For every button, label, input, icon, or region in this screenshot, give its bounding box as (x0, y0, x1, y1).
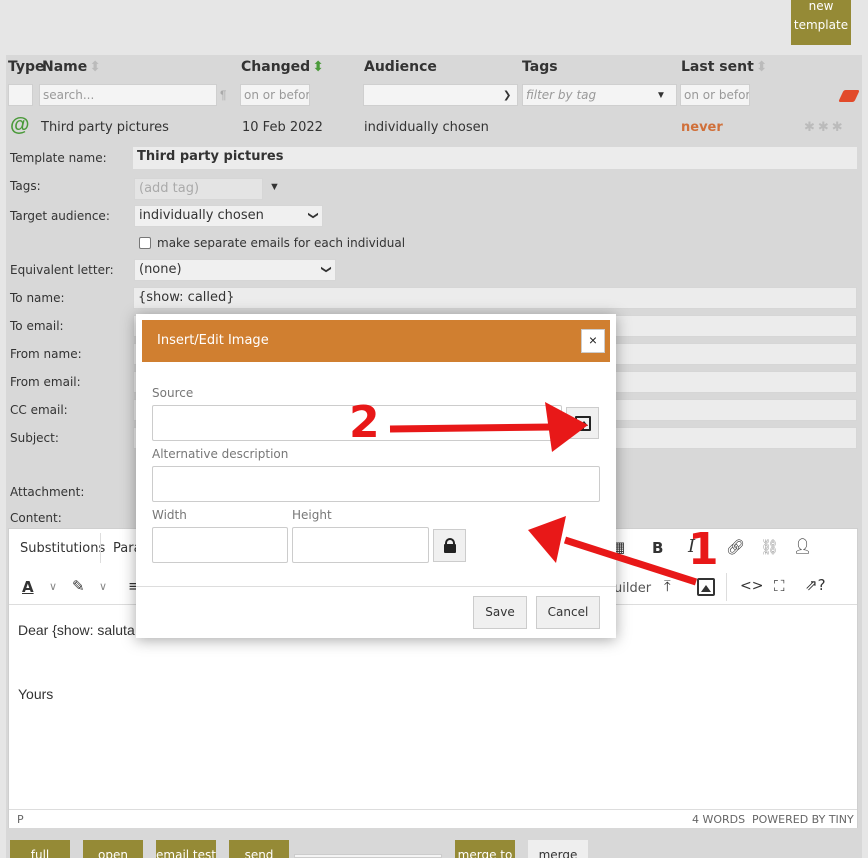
annotation-overlay (389, 402, 698, 586)
arrow-2 (389, 402, 588, 452)
arrow-1 (528, 516, 698, 586)
annotation-number-2: 2 (349, 397, 380, 448)
annotation-number-1: 1 (688, 524, 719, 575)
